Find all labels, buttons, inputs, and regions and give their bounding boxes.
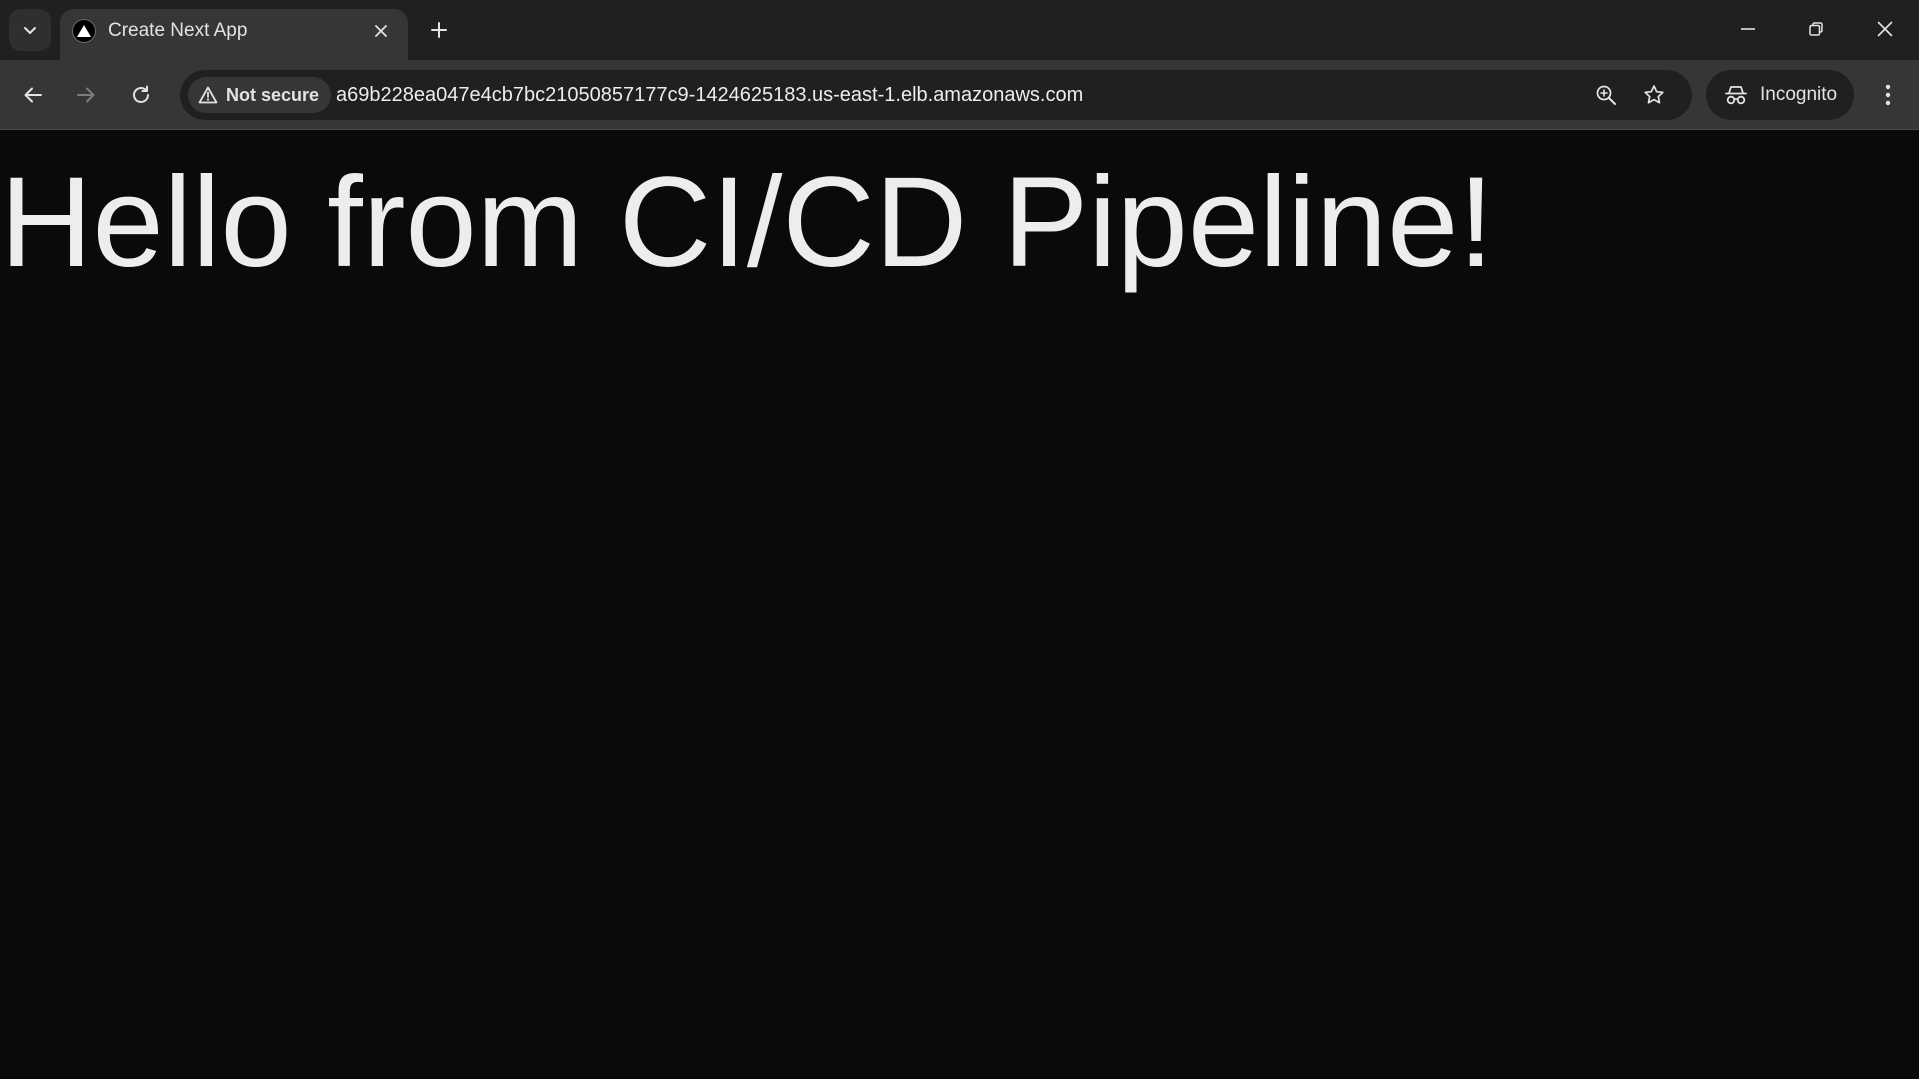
reload-button[interactable] xyxy=(121,75,161,115)
incognito-icon xyxy=(1725,86,1747,105)
tab-active[interactable]: Create Next App xyxy=(60,9,408,60)
security-status-label: Not secure xyxy=(226,84,320,105)
arrow-left-icon xyxy=(24,87,42,103)
profile-incognito-chip[interactable]: Incognito xyxy=(1706,70,1854,120)
reload-icon xyxy=(133,85,149,103)
url-text[interactable]: a69b228ea047e4cb7bc21050857177c9-1424625… xyxy=(336,82,1083,108)
window-close-button[interactable] xyxy=(1851,0,1919,58)
back-button[interactable] xyxy=(13,75,53,115)
zoom-in-icon xyxy=(1596,85,1616,105)
plus-icon xyxy=(431,22,447,38)
close-icon xyxy=(375,25,387,37)
browser-menu-button[interactable] xyxy=(1868,75,1908,115)
nextjs-favicon-icon xyxy=(72,19,96,43)
tab-close-button[interactable] xyxy=(368,18,394,44)
kebab-menu-icon xyxy=(1885,84,1891,106)
close-icon xyxy=(1877,21,1893,37)
star-icon xyxy=(1644,85,1664,104)
page-heading: Hello from CI/CD Pipeline! xyxy=(0,151,1494,294)
warning-triangle-icon xyxy=(198,86,218,104)
site-info-chip[interactable]: Not secure xyxy=(188,77,332,113)
new-tab-button[interactable] xyxy=(421,12,457,48)
chevron-down-icon xyxy=(24,27,36,34)
minimize-button[interactable] xyxy=(1714,0,1782,58)
forward-button[interactable] xyxy=(66,75,106,115)
address-bar[interactable]: Not secure a69b228ea047e4cb7bc2105085717… xyxy=(180,70,1692,120)
minimize-icon xyxy=(1741,28,1755,30)
bookmark-button[interactable] xyxy=(1636,77,1672,113)
zoom-button[interactable] xyxy=(1588,77,1624,113)
restore-button[interactable] xyxy=(1782,0,1850,58)
tab-strip: Create Next App xyxy=(0,0,1919,60)
restore-icon xyxy=(1809,22,1823,36)
browser-toolbar: Not secure a69b228ea047e4cb7bc2105085717… xyxy=(0,60,1919,130)
page-viewport: Hello from CI/CD Pipeline! xyxy=(0,131,1919,1079)
tab-search-button[interactable] xyxy=(9,9,51,51)
tab-title: Create Next App xyxy=(108,20,248,41)
incognito-label: Incognito xyxy=(1760,84,1838,105)
arrow-right-icon xyxy=(77,87,95,103)
